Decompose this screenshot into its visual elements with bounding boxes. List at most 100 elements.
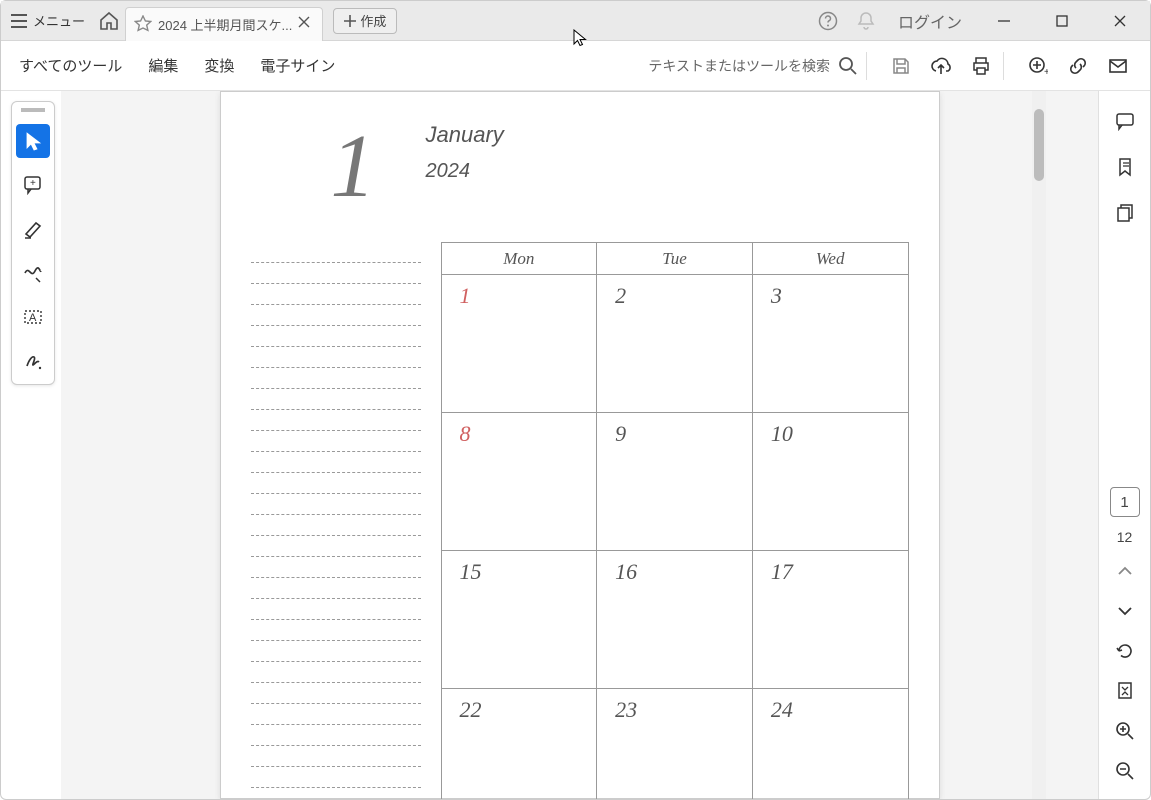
tab-close-button[interactable] [298, 16, 314, 32]
edit-menu[interactable]: 編集 [148, 55, 178, 76]
textbox-icon: A [23, 307, 43, 327]
cursor-icon [24, 131, 42, 151]
create-label: 作成 [360, 11, 386, 30]
calendar-cell: 2 [597, 275, 753, 413]
calendar-table: Mon Tue Wed 1238910151617222324 [441, 242, 909, 799]
page-fit-icon [1116, 681, 1134, 701]
vertical-scrollbar[interactable] [1032, 91, 1046, 799]
scrollbar-thumb[interactable] [1034, 109, 1044, 181]
email-button[interactable] [1104, 52, 1132, 80]
rotate-button[interactable] [1111, 637, 1139, 665]
day-number: 8 [442, 413, 597, 455]
all-tools-menu[interactable]: すべてのツール [19, 55, 122, 76]
login-button[interactable]: ログイン [898, 9, 962, 33]
close-icon [1113, 14, 1127, 28]
link-icon [1068, 56, 1088, 76]
convert-menu[interactable]: 変換 [204, 55, 234, 76]
hamburger-icon [11, 14, 27, 28]
create-button[interactable]: 作成 [333, 8, 397, 34]
month-number: 1 [331, 122, 376, 212]
day-header: Mon [441, 243, 597, 275]
prev-page-button[interactable] [1111, 557, 1139, 585]
next-page-button[interactable] [1111, 597, 1139, 625]
select-tool[interactable] [16, 124, 50, 158]
sparkle-icon: + [1028, 56, 1048, 76]
sign-tool[interactable] [16, 344, 50, 378]
zoom-out-icon [1115, 761, 1135, 781]
calendar-cell: 23 [597, 689, 753, 800]
calendar-cell: 15 [441, 551, 597, 689]
notifications-button[interactable] [854, 9, 878, 33]
close-window-button[interactable] [1098, 1, 1142, 41]
calendar-cell: 8 [441, 413, 597, 551]
save-button[interactable] [887, 52, 915, 80]
calendar-cell: 3 [752, 275, 908, 413]
home-button[interactable] [95, 7, 123, 35]
pages-panel-button[interactable] [1111, 199, 1139, 227]
star-icon [134, 15, 152, 33]
maximize-icon [1055, 14, 1069, 28]
toolbar: すべてのツール 編集 変換 電子サイン テキストまたはツールを検索 + [1, 41, 1150, 91]
day-number: 3 [753, 275, 908, 317]
highlight-tool[interactable] [16, 212, 50, 246]
chevron-up-icon [1117, 565, 1133, 577]
print-button[interactable] [967, 52, 995, 80]
titlebar: メニュー 2024 上半期月間スケ... 作成 ログイン [1, 1, 1150, 41]
highlighter-icon [23, 219, 43, 239]
year: 2024 [426, 160, 504, 183]
zoom-in-icon [1115, 721, 1135, 741]
bell-icon [856, 11, 876, 31]
comment-icon: + [23, 175, 43, 195]
esign-menu[interactable]: 電子サイン [260, 55, 335, 76]
day-number: 10 [753, 413, 908, 455]
pages-icon [1115, 203, 1135, 223]
bookmarks-panel-button[interactable] [1111, 153, 1139, 181]
maximize-button[interactable] [1040, 1, 1084, 41]
search-icon [838, 56, 858, 76]
toolbar-divider [1003, 52, 1004, 80]
zoom-out-button[interactable] [1111, 757, 1139, 785]
draw-tool[interactable] [16, 256, 50, 290]
minimize-button[interactable] [982, 1, 1026, 41]
minimize-icon [997, 14, 1011, 28]
search-area[interactable]: テキストまたはツールを検索 [648, 56, 858, 76]
help-button[interactable] [816, 9, 840, 33]
panel-grip[interactable] [21, 108, 45, 112]
document-tab[interactable]: 2024 上半期月間スケ... [125, 7, 323, 41]
close-icon [298, 16, 310, 28]
current-page-indicator[interactable]: 1 [1110, 487, 1140, 517]
rotate-icon [1115, 641, 1135, 661]
tab-title: 2024 上半期月間スケ... [158, 15, 292, 34]
day-number: 16 [597, 551, 752, 593]
zoom-in-button[interactable] [1111, 717, 1139, 745]
day-number: 22 [442, 689, 597, 731]
day-number: 15 [442, 551, 597, 593]
help-icon [818, 11, 838, 31]
titlebar-right: ログイン [816, 1, 1150, 41]
calendar-cell: 24 [752, 689, 908, 800]
comments-panel-button[interactable] [1111, 107, 1139, 135]
total-pages: 12 [1117, 529, 1133, 545]
speech-bubble-icon [1115, 111, 1135, 131]
signature-icon [23, 351, 43, 371]
day-number: 24 [753, 689, 908, 731]
notes-column [251, 242, 421, 799]
link-button[interactable] [1064, 52, 1092, 80]
text-box-tool[interactable]: A [16, 300, 50, 334]
day-number: 1 [442, 275, 597, 317]
svg-text:+: + [30, 178, 36, 189]
ai-assistant-button[interactable]: + [1024, 52, 1052, 80]
comment-tool[interactable]: + [16, 168, 50, 202]
day-number: 17 [753, 551, 908, 593]
right-panel: 1 12 [1098, 91, 1150, 799]
day-header: Wed [752, 243, 908, 275]
menu-button[interactable]: メニュー [1, 1, 95, 40]
document-viewport[interactable]: 1 January 2024 [61, 91, 1098, 799]
calendar-cell: 16 [597, 551, 753, 689]
upload-cloud-button[interactable] [927, 52, 955, 80]
main-area: + A 1 January 2024 [1, 91, 1150, 799]
calendar-cell: 10 [752, 413, 908, 551]
plus-icon [344, 15, 356, 27]
day-number: 2 [597, 275, 752, 317]
page-fit-button[interactable] [1111, 677, 1139, 705]
